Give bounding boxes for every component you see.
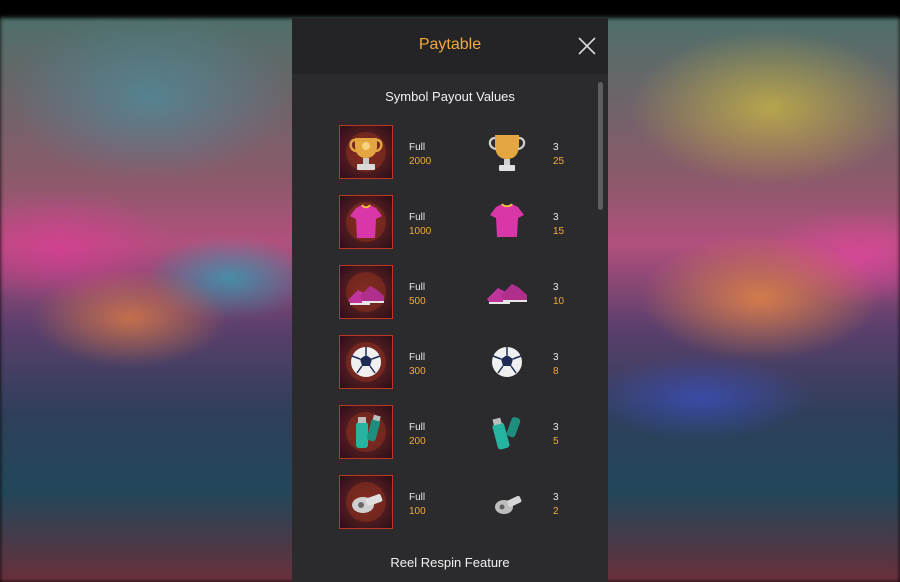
payout-row-whistle: Full 100 3 2 [292, 475, 608, 535]
full-value: 200 [409, 436, 426, 447]
count-label: 3 [553, 422, 559, 433]
full-value: 2000 [409, 156, 432, 167]
whistle-icon [495, 495, 522, 514]
close-icon [578, 37, 596, 55]
soccer-ball-small [485, 339, 529, 385]
trophy-tile [339, 125, 393, 179]
spray-can-icon [346, 412, 386, 452]
full-value: 1000 [409, 226, 432, 237]
paytable-modal: Paytable Symbol Payout Values Full 2000 [292, 18, 608, 582]
boots-icon [346, 272, 386, 312]
payout-row-spray-can: Full 200 3 5 [292, 405, 608, 465]
soccer-ball-tile [339, 335, 393, 389]
count-label: 3 [553, 352, 559, 363]
top-black-bar [0, 0, 900, 18]
section-title-reel-respin: Reel Respin Feature [390, 555, 510, 570]
close-button[interactable] [576, 35, 598, 57]
section-title-symbol-payouts: Symbol Payout Values [385, 89, 515, 104]
count-value: 8 [553, 366, 559, 377]
spray-can-icon [492, 417, 521, 450]
trophy-icon [346, 132, 386, 172]
soccer-ball-icon [492, 347, 522, 377]
count-value: 15 [553, 226, 565, 237]
full-value: 500 [409, 296, 426, 307]
boots-icon [487, 284, 527, 304]
count-label: 3 [553, 212, 559, 223]
modal-title: Paytable [418, 36, 482, 53]
payout-row-jersey: Full 1000 3 15 [292, 195, 608, 255]
spray-can-tile [339, 405, 393, 459]
payout-row-soccer-ball: Full 300 3 8 [292, 335, 608, 395]
full-value: 300 [409, 366, 426, 377]
jersey-tile [339, 195, 393, 249]
whistle-small [485, 479, 529, 525]
full-label: Full [409, 492, 426, 503]
whistle-icon [346, 482, 386, 522]
count-value: 25 [553, 156, 565, 167]
modal-header: Paytable [292, 18, 608, 74]
trophy-small [485, 129, 529, 175]
count-value: 10 [553, 296, 565, 307]
payout-row-boots: Full 500 3 10 [292, 265, 608, 325]
jersey-small [485, 199, 529, 245]
count-label: 3 [553, 282, 559, 293]
full-label: Full [409, 422, 426, 433]
jersey-icon [346, 202, 386, 242]
soccer-ball-icon [346, 342, 386, 382]
count-label: 3 [553, 492, 559, 503]
whistle-tile [339, 475, 393, 529]
boots-tile [339, 265, 393, 319]
jersey-icon [490, 203, 524, 237]
full-label: Full [409, 282, 426, 293]
full-value: 100 [409, 506, 426, 517]
boots-small [485, 269, 529, 315]
spray-can-small [485, 409, 529, 455]
payout-row-trophy: Full 2000 3 25 [292, 125, 608, 185]
count-label: 3 [553, 142, 559, 153]
trophy-icon [488, 135, 526, 171]
count-value: 5 [553, 436, 559, 447]
count-value: 2 [553, 506, 559, 517]
full-label: Full [409, 142, 426, 153]
full-label: Full [409, 352, 426, 363]
full-label: Full [409, 212, 426, 223]
